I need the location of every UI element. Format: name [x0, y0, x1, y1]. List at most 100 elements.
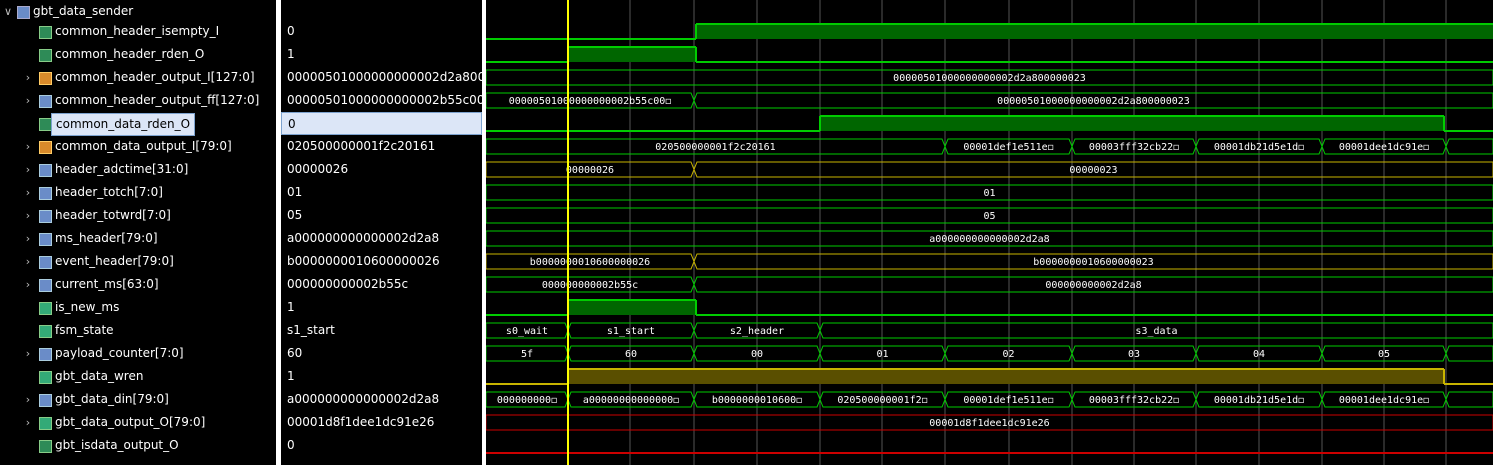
- signal-value[interactable]: 020500000001f2c20161: [281, 135, 482, 158]
- bit-icon: [39, 325, 52, 338]
- chevron-right-icon[interactable]: ›: [22, 342, 34, 365]
- bus-value-label: b0000000010600000023: [1033, 257, 1153, 268]
- output-bit-icon: [39, 49, 52, 62]
- bus-value-label: b0000000010600◻: [712, 395, 802, 406]
- chevron-right-icon[interactable]: ›: [22, 181, 34, 204]
- signal-row[interactable]: common_header_rden_O: [0, 43, 276, 66]
- bus-value-label: 00001dee1dc91e◻: [1339, 395, 1429, 406]
- signal-row[interactable]: › ms_header[79:0]: [0, 227, 276, 250]
- chevron-right-icon[interactable]: ›: [22, 204, 34, 227]
- signal-value[interactable]: 0: [281, 20, 482, 43]
- bus-value-label: 020500000001f2c20161: [655, 142, 775, 153]
- signal-value[interactable]: a000000000000002d2a8: [281, 388, 482, 411]
- bus-value-label: 00001d8f1dee1dc91e26: [929, 418, 1049, 429]
- signal-value[interactable]: 1: [281, 43, 482, 66]
- bus-value-label: 01: [983, 188, 995, 199]
- signal-value[interactable]: 00000026: [281, 158, 482, 181]
- bus-value-label: s3_data: [1135, 326, 1177, 337]
- signal-value[interactable]: b0000000010600000026: [281, 250, 482, 273]
- chevron-right-icon[interactable]: ›: [22, 158, 34, 181]
- signal-name: current_ms[63:0]: [55, 277, 159, 291]
- signal-value[interactable]: 1: [281, 365, 482, 388]
- chevron-right-icon[interactable]: ›: [22, 273, 34, 296]
- signal-value[interactable]: 60: [281, 342, 482, 365]
- bus-value-label: s2_header: [730, 326, 784, 337]
- signal-name: gbt_data_wren: [55, 369, 144, 383]
- chevron-right-icon[interactable]: ›: [22, 66, 34, 89]
- signal-row[interactable]: fsm_state: [0, 319, 276, 342]
- bit-high-fill: [696, 24, 1493, 39]
- signal-row[interactable]: common_header_isempty_I: [0, 20, 276, 43]
- signal-value[interactable]: 00001d8f1dee1dc91e26: [281, 411, 482, 434]
- chevron-right-icon[interactable]: ›: [22, 135, 34, 158]
- signal-name: gbt_data_output_O[79:0]: [55, 415, 206, 429]
- signal-value[interactable]: a000000000000002d2a8: [281, 227, 482, 250]
- signal-row[interactable]: › common_header_output_I[127:0]: [0, 66, 276, 89]
- bus-value-label: 00003fff32cb22◻: [1089, 395, 1179, 406]
- signal-value[interactable]: 000000000002b55c: [281, 273, 482, 296]
- bus-value-label: a00000000000000◻: [583, 395, 679, 406]
- bus-value-label: 5f: [521, 349, 533, 360]
- bus-value-label: 03: [1128, 349, 1140, 360]
- chevron-right-icon[interactable]: ›: [22, 227, 34, 250]
- bus-value-label: s0_wait: [506, 326, 548, 337]
- bit-high-fill: [568, 300, 696, 315]
- chevron-right-icon[interactable]: ›: [22, 250, 34, 273]
- bus-value-label: 00000026: [566, 165, 614, 176]
- signal-row[interactable]: gbt_data_wren: [0, 365, 276, 388]
- signal-name: common_header_rden_O: [55, 47, 205, 61]
- signal-row[interactable]: › header_adctime[31:0]: [0, 158, 276, 181]
- signal-value[interactable]: s1_start: [281, 319, 482, 342]
- signal-name: common_header_output_ff[127:0]: [55, 93, 260, 107]
- signal-row[interactable]: › common_data_output_I[79:0]: [0, 135, 276, 158]
- bit-high-fill: [820, 116, 1444, 131]
- chevron-right-icon[interactable]: ›: [22, 411, 34, 434]
- bus-value-label: 000000000002b55c: [542, 280, 638, 291]
- bus-icon: [39, 210, 52, 223]
- bus-icon: [39, 233, 52, 246]
- bus-value-label: 00003fff32cb22◻: [1089, 142, 1179, 153]
- signal-row[interactable]: › header_totch[7:0]: [0, 181, 276, 204]
- signal-row[interactable]: › current_ms[63:0]: [0, 273, 276, 296]
- signal-row[interactable]: › gbt_data_din[79:0]: [0, 388, 276, 411]
- bus-value-label: 00001def1e511e◻: [963, 395, 1053, 406]
- chevron-right-icon[interactable]: ›: [22, 89, 34, 112]
- bus-value-label: 01: [876, 349, 888, 360]
- signal-value[interactable]: 05: [281, 204, 482, 227]
- signal-row[interactable]: common_data_rden_O: [0, 112, 276, 136]
- signal-row[interactable]: › event_header[79:0]: [0, 250, 276, 273]
- signal-name: ms_header[79:0]: [55, 231, 158, 245]
- signal-value[interactable]: 00000501000000000002b55c0000: [281, 89, 482, 112]
- chevron-right-icon[interactable]: ›: [22, 388, 34, 411]
- signal-row[interactable]: is_new_ms: [0, 296, 276, 319]
- signal-name: is_new_ms: [55, 300, 120, 314]
- signal-name: header_totch[7:0]: [55, 185, 163, 199]
- bit-icon: [39, 302, 52, 315]
- bit-icon: [39, 371, 52, 384]
- signal-value[interactable]: 0: [281, 112, 482, 135]
- signal-value[interactable]: 0: [281, 434, 482, 457]
- signal-row[interactable]: › common_header_output_ff[127:0]: [0, 89, 276, 112]
- signal-name: common_header_output_I[127:0]: [55, 70, 255, 84]
- bus-icon: [39, 95, 52, 108]
- bus-value-label: 00001dee1dc91e◻: [1339, 142, 1429, 153]
- bus-value-label: 00000501000000000002d2a800000023: [997, 96, 1190, 107]
- signal-name: common_data_rden_O: [51, 113, 196, 136]
- signal-value[interactable]: 00000501000000000002d2a800000: [281, 66, 482, 89]
- signal-row[interactable]: › payload_counter[7:0]: [0, 342, 276, 365]
- signal-row[interactable]: gbt_isdata_output_O: [0, 434, 276, 457]
- signal-name: payload_counter[7:0]: [55, 346, 184, 360]
- bit-high-fill: [568, 47, 696, 62]
- signal-value[interactable]: 01: [281, 181, 482, 204]
- bus-icon: [39, 256, 52, 269]
- bus-value-label: 020500000001f2◻: [837, 395, 927, 406]
- signal-name: header_totwrd[7:0]: [55, 208, 171, 222]
- waveform-canvas[interactable]: 00000501000000000002d2a800000023 00000501…: [486, 0, 1493, 465]
- bus-icon: [39, 164, 52, 177]
- signal-row[interactable]: › gbt_data_output_O[79:0]: [0, 411, 276, 434]
- waveform-panel[interactable]: 00000501000000000002d2a800000023 00000501…: [486, 0, 1493, 465]
- signal-row[interactable]: › header_totwrd[7:0]: [0, 204, 276, 227]
- signal-value[interactable]: 1: [281, 296, 482, 319]
- signal-name: gbt_isdata_output_O: [55, 438, 179, 452]
- bus-value-label: 60: [625, 349, 637, 360]
